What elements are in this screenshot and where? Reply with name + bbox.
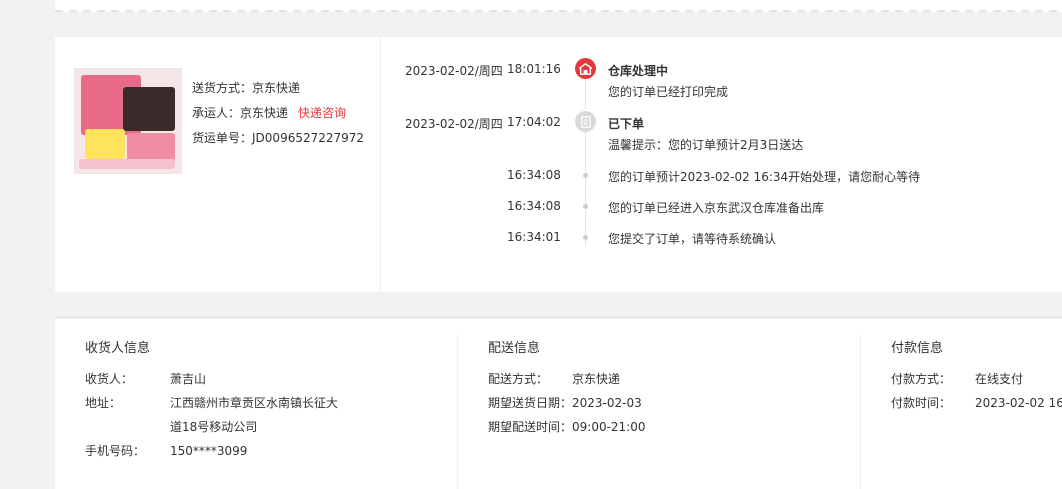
ship-method-row: 送货方式：京东快递	[192, 78, 364, 103]
phone-row: 手机号码： 150****3099	[85, 442, 247, 459]
delivery-time-label: 期望配送时间：	[488, 420, 573, 434]
package-info: 送货方式：京东快递 承运人：京东快递 快递咨询 货运单号：JD0096527227…	[55, 37, 381, 292]
delivery-method: 京东快递	[572, 372, 621, 386]
timeline-dot	[583, 235, 588, 240]
timeline-line	[585, 79, 586, 109]
address-line: 道18号移动公司	[170, 420, 258, 434]
carrier-row: 承运人：京东快递 快递咨询	[192, 103, 364, 128]
delivery-method-label: 配送方式：	[488, 372, 549, 386]
phone-number: 150****3099	[170, 444, 248, 458]
address-label: 地址：	[85, 396, 122, 410]
phone-label: 手机号码：	[85, 444, 146, 458]
payment-method-row: 付款方式： 在线支付	[891, 370, 1023, 387]
delivery-method-row: 配送方式： 京东快递	[488, 370, 620, 387]
receiver-info: 收货人信息 收货人： 萧吉山 地址： 江西赣州市章贡区水南镇长征大 道18号移动公司…	[85, 319, 455, 489]
tissue-box-image	[123, 87, 175, 131]
timeline-date: 2023-02-02/周四	[405, 64, 503, 78]
payment-method-label: 付款方式：	[891, 372, 952, 386]
shipment-tracking-panel: 送货方式：京东快递 承运人：京东快递 快递咨询 货运单号：JD0096527227…	[55, 37, 1062, 292]
payment-time: 2023-02-02 16:3	[975, 396, 1062, 410]
document-icon	[575, 111, 596, 132]
receiver-info-title: 收货人信息	[85, 341, 151, 356]
timeline-time: 18:01:16	[507, 62, 561, 76]
timeline-dot	[583, 204, 588, 209]
tracking-number: JD0096527227972	[252, 131, 365, 145]
address-row: 地址： 江西赣州市章贡区水南镇长征大	[85, 394, 338, 411]
timeline-desc: 您的订单已经进入京东武汉仓库准备出库	[608, 201, 825, 215]
timeline-time: 16:34:08	[507, 199, 561, 213]
payment-info: 付款信息 付款方式： 在线支付 付款时间： 2023-02-02 16:3	[891, 319, 1062, 489]
delivery-info-title: 配送信息	[488, 341, 541, 356]
order-info-panel: 收货人信息 收货人： 萧吉山 地址： 江西赣州市章贡区水南镇长征大 道18号移动公司…	[55, 316, 1062, 489]
column-divider	[860, 334, 861, 489]
timeline-time: 17:04:02	[507, 115, 561, 129]
delivery-info: 配送信息 配送方式： 京东快递 期望送货日期：2023-02-03 期望配送时间：…	[488, 319, 858, 489]
delivery-date-row: 期望送货日期：2023-02-03	[488, 394, 642, 411]
promo-badge-image	[85, 129, 125, 159]
courier-consult-link[interactable]: 快递咨询	[298, 106, 346, 120]
timeline-date: 2023-02-02/周四	[405, 117, 503, 131]
delivery-time-row: 期望配送时间：09:00-21:00	[488, 418, 646, 435]
receiver-name: 萧吉山	[170, 372, 207, 386]
timeline-time: 16:34:08	[507, 168, 561, 182]
dashed-divider	[55, 10, 1062, 12]
carrier-label: 承运人：	[192, 106, 241, 120]
delivery-date-label: 期望送货日期：	[488, 396, 573, 410]
timeline-desc: 您的订单预计2023-02-02 16:34开始处理，请您耐心等待	[608, 170, 921, 184]
receiver-name-label: 收货人：	[85, 372, 134, 386]
timeline-dot	[583, 173, 588, 178]
receiver-name-row: 收货人： 萧吉山	[85, 370, 206, 387]
payment-method: 在线支付	[975, 372, 1024, 386]
payment-info-title: 付款信息	[891, 341, 944, 356]
timeline-desc: 您提交了订单，请等待系统确认	[608, 232, 777, 246]
shipping-details: 送货方式：京东快递 承运人：京东快递 快递咨询 货运单号：JD0096527227…	[192, 78, 364, 153]
address-line: 江西赣州市章贡区水南镇长征大	[170, 396, 339, 410]
top-dashed-strip	[55, 0, 1062, 12]
carrier-value: 京东快递	[240, 106, 289, 120]
ship-method-label: 送货方式：	[192, 81, 253, 95]
product-base-image	[79, 159, 175, 169]
address-row: 道18号移动公司	[85, 418, 257, 435]
delivery-date: 2023-02-03	[572, 396, 642, 410]
timeline-line	[585, 132, 586, 246]
payment-time-label: 付款时间：	[891, 396, 952, 410]
warehouse-icon	[575, 58, 596, 79]
tracking-label: 货运单号：	[192, 131, 253, 145]
timeline-time: 16:34:01	[507, 230, 561, 244]
product-thumbnail[interactable]	[74, 68, 182, 174]
payment-time-row: 付款时间： 2023-02-02 16:3	[891, 394, 1062, 411]
ship-method-value: 京东快递	[252, 81, 301, 95]
timeline-status-title: 已下单	[608, 117, 645, 131]
delivery-time: 09:00-21:00	[572, 420, 646, 434]
timeline-desc: 温馨提示：您的订单预计2月3日送达	[608, 138, 804, 152]
tracking-row: 货运单号：JD0096527227972	[192, 128, 364, 153]
timeline-desc: 您的订单已经打印完成	[608, 85, 729, 99]
column-divider	[457, 334, 458, 489]
timeline-status-title: 仓库处理中	[608, 64, 669, 78]
